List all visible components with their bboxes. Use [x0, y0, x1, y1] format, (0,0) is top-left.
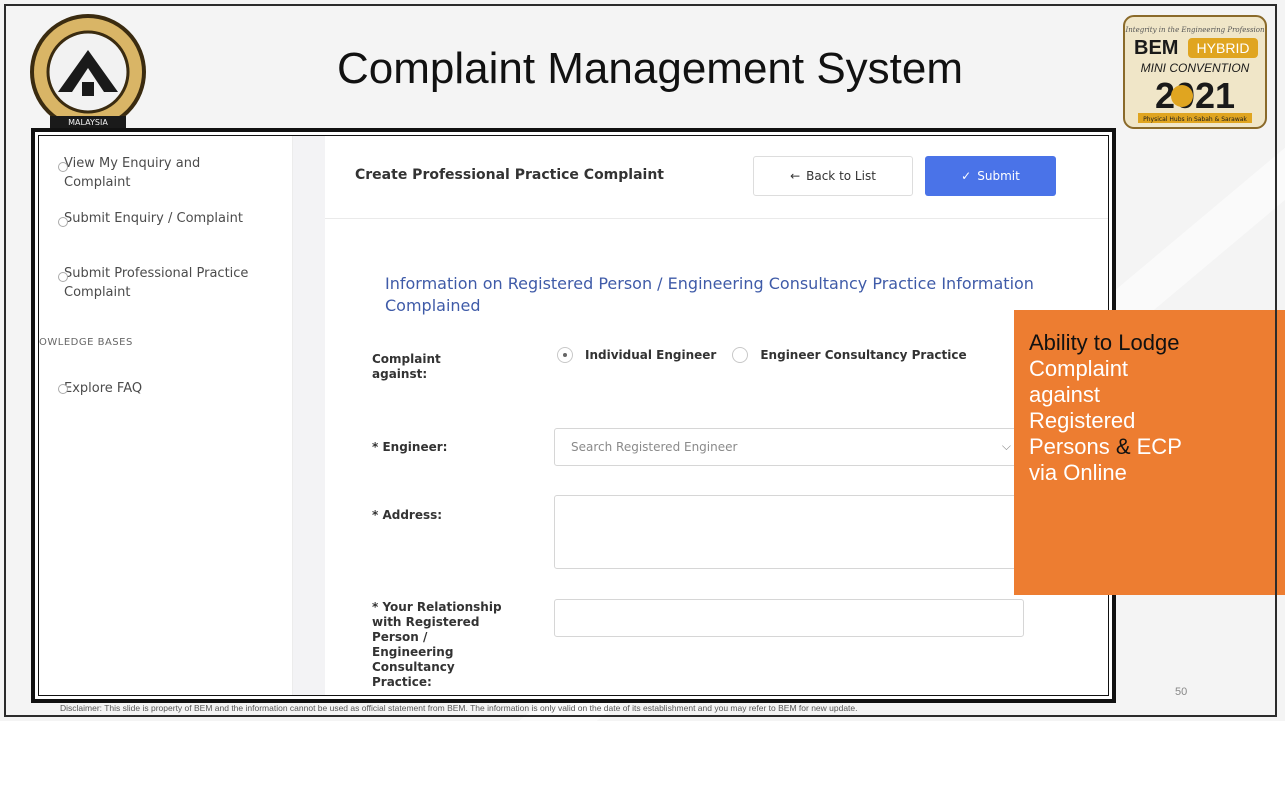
slide-border — [4, 4, 1277, 717]
slide: MALAYSIA Complaint Management System Int… — [0, 0, 1285, 797]
